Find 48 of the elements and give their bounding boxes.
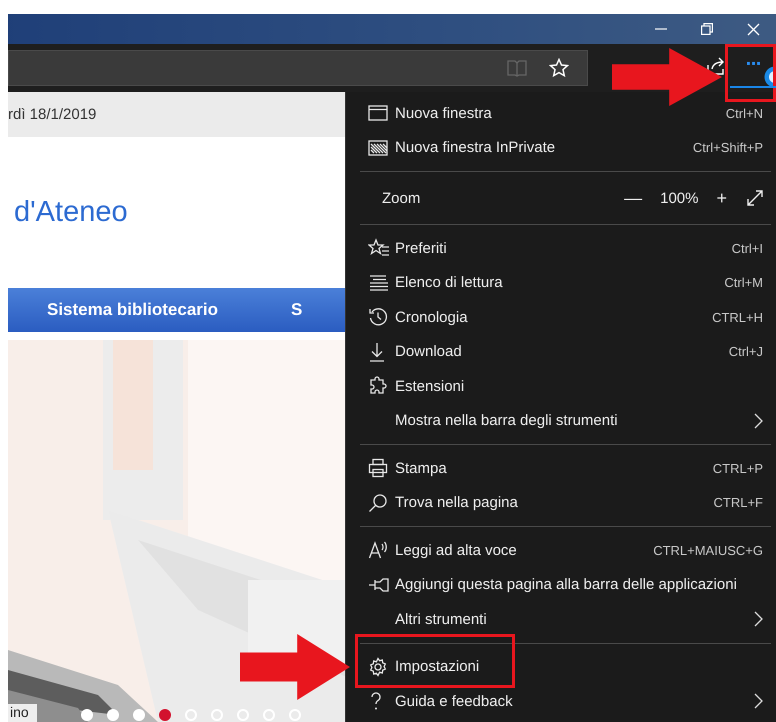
chevron-right-icon <box>754 611 763 628</box>
private-window-icon <box>368 140 388 156</box>
favorite-star-icon[interactable] <box>549 58 569 78</box>
download-icon <box>368 342 386 362</box>
pin-icon <box>368 576 390 593</box>
fullscreen-icon[interactable] <box>747 190 763 206</box>
minimize-icon[interactable] <box>655 28 667 30</box>
menu-item[interactable]: Nuova finestra Ctrl+N <box>346 96 776 130</box>
window-icon <box>368 105 388 122</box>
menu-item[interactable]: Estensioni <box>346 369 776 404</box>
zoom-in-button[interactable]: + <box>710 188 733 208</box>
highlight-frame <box>725 44 776 102</box>
chevron-right-icon <box>754 693 763 710</box>
close-icon[interactable] <box>746 22 760 36</box>
settings-icon <box>368 656 388 677</box>
menu-item[interactable]: Guida e feedback <box>346 684 776 718</box>
menu-item[interactable]: Elenco di lettura Ctrl+M <box>346 266 776 300</box>
puzzle-icon <box>368 376 388 396</box>
zoom-label: Zoom <box>382 190 422 206</box>
annotation-arrow-icon <box>240 634 350 700</box>
site-title: d'Ateneo <box>14 196 128 229</box>
zoom-value: 100% <box>660 190 698 206</box>
menu-item[interactable]: Impostazioni <box>346 650 776 684</box>
menu-item[interactable]: Cronologia CTRL+H <box>346 300 776 334</box>
restore-icon[interactable] <box>701 23 713 35</box>
date-text: rdì 18/1/2019 <box>8 106 96 123</box>
slide-caption: ino <box>8 704 37 722</box>
search-icon <box>368 492 388 513</box>
reading-list-icon <box>368 274 390 292</box>
menu-item[interactable]: Download Ctrl+J <box>346 334 776 369</box>
nav-link[interactable]: Sistema bibliotecario <box>8 300 291 320</box>
menu-item[interactable]: Nuova finestra InPrivate Ctrl+Shift+P <box>346 130 776 165</box>
menu-item[interactable]: Leggi ad alta voce CTRL+MAIUSC+G <box>346 533 776 568</box>
history-icon <box>368 307 388 328</box>
menu-item[interactable]: Altri strumenti <box>346 602 776 636</box>
zoom-out-button[interactable]: — <box>618 188 648 208</box>
read-aloud-icon <box>368 540 390 560</box>
favorites-icon <box>368 238 390 258</box>
printer-icon <box>368 458 388 478</box>
annotation-arrow-icon <box>612 48 722 106</box>
chevron-right-icon <box>754 412 763 429</box>
menu-item[interactable]: Aggiungi questa pagina alla barra delle applicazioni <box>346 568 776 602</box>
menu-item[interactable]: Mostra nella barra degli strumenti <box>346 404 776 438</box>
nav-link[interactable]: S <box>291 300 302 320</box>
notification-badge-icon <box>764 66 776 88</box>
menu-item[interactable]: Trova nella pagina CTRL+F <box>346 486 776 520</box>
menu-item[interactable]: Stampa CTRL+P <box>346 451 776 486</box>
menu-item[interactable]: Preferiti Ctrl+I <box>346 231 776 266</box>
